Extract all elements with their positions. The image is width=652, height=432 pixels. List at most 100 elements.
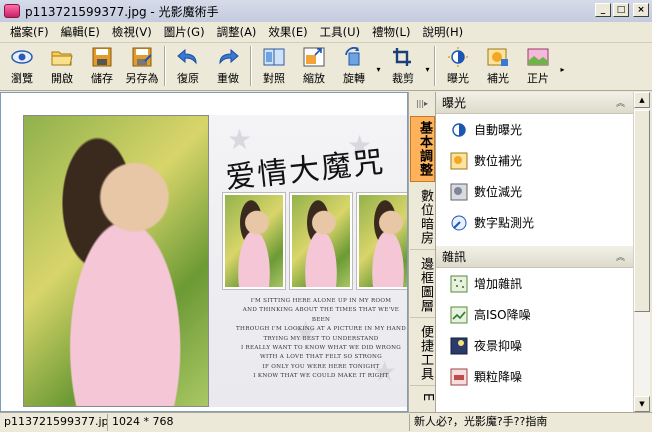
menu-help[interactable]: 說明(H) [416, 24, 469, 40]
close-button[interactable]: × [633, 3, 649, 17]
minimize-button[interactable]: _ [595, 3, 611, 17]
fill-light-button[interactable]: 補光 [478, 43, 518, 89]
tab-basic-adjust[interactable]: 基本調整 [410, 116, 435, 182]
menu-file[interactable]: 檔案(F) [4, 24, 55, 40]
panel-toggle-button[interactable]: |||▸ [409, 92, 435, 114]
rotate-dropdown-arrow[interactable]: ▾ [374, 43, 383, 74]
resize-button[interactable]: 縮放 [294, 43, 334, 89]
panel-scrollbar[interactable]: ▲ ▼ [633, 92, 650, 412]
status-dimensions: 1024 * 768 [108, 414, 410, 431]
thumbnail-photo [222, 192, 286, 290]
night-denoise-icon [450, 337, 468, 355]
rotate-button[interactable]: 旋轉 [334, 43, 374, 89]
auto-exposure-item[interactable]: 自動曝光 [436, 114, 633, 145]
menu-gifts[interactable]: 禮物(L) [366, 24, 416, 40]
app-icon [4, 4, 20, 18]
scroll-up-button[interactable]: ▲ [634, 92, 650, 108]
add-noise-icon [450, 275, 468, 293]
section-header-noise[interactable]: 雜訊 ︽ [436, 246, 633, 268]
tab-quick-tools[interactable]: 便捷工具 [410, 320, 435, 386]
menu-image[interactable]: 圖片(G) [158, 24, 211, 40]
main-photo [24, 116, 208, 406]
poem-line: WITH A LOVE THAT FELT SO STRONG [259, 354, 383, 361]
toolbar-more-arrow[interactable]: ▸ [558, 43, 567, 74]
collapse-icon[interactable]: ︽ [616, 250, 625, 263]
night-denoise-item[interactable]: 夜景抑噪 [436, 330, 633, 361]
undo-button[interactable]: 復原 [168, 43, 208, 89]
collapse-icon[interactable]: ︽ [616, 96, 625, 109]
digital-reduce-light-item[interactable]: 數位減光 [436, 176, 633, 207]
undo-icon [176, 46, 200, 68]
grain-denoise-icon [450, 368, 468, 386]
fill-light-icon [486, 46, 510, 68]
toolbar-separator [250, 46, 252, 86]
compare-button[interactable]: 對照 [254, 43, 294, 89]
resize-icon [302, 46, 326, 68]
toolbar-separator [434, 46, 436, 86]
save-icon [90, 46, 114, 68]
spot-metering-icon [450, 214, 468, 232]
menu-adjust[interactable]: 調整(A) [211, 24, 263, 40]
status-filename: p113721599377.jpg [0, 414, 108, 431]
folder-open-icon [50, 46, 74, 68]
save-as-icon [130, 46, 154, 68]
section-title: 曝光 [442, 96, 467, 110]
poem-line: I'M SITTING HERE ALONE UP IN MY ROOM [250, 298, 392, 304]
exposure-button[interactable]: 曝光 [438, 43, 478, 89]
window-title: p113721599377.jpg - 光影魔術手 [25, 4, 219, 19]
poem-line: TRYING MY BEST TO UNDERSTAND [263, 335, 379, 342]
tab-frame-layers[interactable]: 邊框圖層 [410, 252, 435, 318]
section-header-exposure[interactable]: 曝光 ︽ [436, 92, 633, 114]
fill-light-icon [450, 152, 468, 170]
scroll-down-button[interactable]: ▼ [634, 396, 650, 412]
add-noise-item[interactable]: 增加雜訊 [436, 268, 633, 299]
crop-icon [391, 46, 415, 68]
poem-line: I KNOW THAT WE COULD MAKE IT RIGHT [253, 373, 389, 380]
tab-extra[interactable]: E [410, 388, 435, 408]
rotate-icon [342, 46, 366, 68]
redo-button[interactable]: 重做 [208, 43, 248, 89]
redo-icon [216, 46, 240, 68]
menu-effects[interactable]: 效果(E) [262, 24, 313, 40]
adjust-panel: 曝光 ︽ 自動曝光 數位補光 數位減光 數字點測光 雜訊 ︽ 增加雜訊 高ISO… [435, 92, 633, 412]
poem-line: AND THINKING ABOUT THE TIMES THAT WE'VE … [242, 307, 400, 323]
image-canvas[interactable]: ★ ★ ★ ★ 爱情大魔咒 I'M SITTING HERE ALONE UP … [0, 92, 408, 412]
scroll-thumb[interactable] [634, 110, 650, 312]
open-button[interactable]: 開啟 [42, 43, 82, 89]
save-as-button[interactable]: 另存為 [122, 43, 162, 89]
reduce-light-icon [450, 183, 468, 201]
film-positive-icon [526, 46, 550, 68]
crop-button[interactable]: 裁剪 [383, 43, 423, 89]
menu-tools[interactable]: 工具(U) [314, 24, 366, 40]
tab-digital-darkroom[interactable]: 數位暗房 [410, 184, 435, 250]
main-photo-frame [23, 115, 209, 407]
status-hint-link[interactable]: 新人必?，光影魔?手??指南 [410, 414, 648, 431]
side-tab-strip: |||▸ 基本調整 數位暗房 邊框圖層 便捷工具 E [408, 92, 435, 412]
window-controls: _ □ × [595, 3, 649, 17]
thumbnail-photo [289, 192, 353, 290]
digital-fill-light-item[interactable]: 數位補光 [436, 145, 633, 176]
crop-dropdown-arrow[interactable]: ▾ [423, 43, 432, 74]
toolbar-separator [164, 46, 166, 86]
high-iso-denoise-item[interactable]: 高ISO降噪 [436, 299, 633, 330]
poem-line: I REALLY WANT TO KNOW WHAT WE DID WRONG [240, 345, 402, 352]
auto-exposure-icon [450, 121, 468, 139]
toolbar: 瀏覽 開啟 儲存 另存為 復原 重做 對照 縮放 旋轉 ▾ 裁剪 ▾ 曝光 補光… [0, 43, 652, 91]
maximize-button[interactable]: □ [613, 3, 629, 17]
menu-edit[interactable]: 編輯(E) [55, 24, 106, 40]
status-bar: p113721599377.jpg 1024 * 768 新人必?，光影魔?手?… [0, 412, 652, 432]
compare-icon [262, 46, 286, 68]
poem-line: IF ONLY YOU WERE HERE TONIGHT [262, 363, 380, 370]
save-button[interactable]: 儲存 [82, 43, 122, 89]
title-bar: p113721599377.jpg - 光影魔術手 _ □ × [0, 0, 652, 22]
film-positive-button[interactable]: 正片 [518, 43, 558, 89]
menu-view[interactable]: 檢視(V) [106, 24, 158, 40]
browse-button[interactable]: 瀏覽 [2, 43, 42, 89]
grain-denoise-item[interactable]: 顆粒降噪 [436, 361, 633, 392]
exposure-icon [446, 46, 470, 68]
poem-line: THROUGH I'M LOOKING AT A PICTURE IN MY H… [235, 326, 407, 333]
spot-metering-item[interactable]: 數字點測光 [436, 207, 633, 238]
section-title: 雜訊 [442, 250, 467, 264]
high-iso-denoise-icon [450, 306, 468, 324]
eye-icon [10, 46, 34, 68]
